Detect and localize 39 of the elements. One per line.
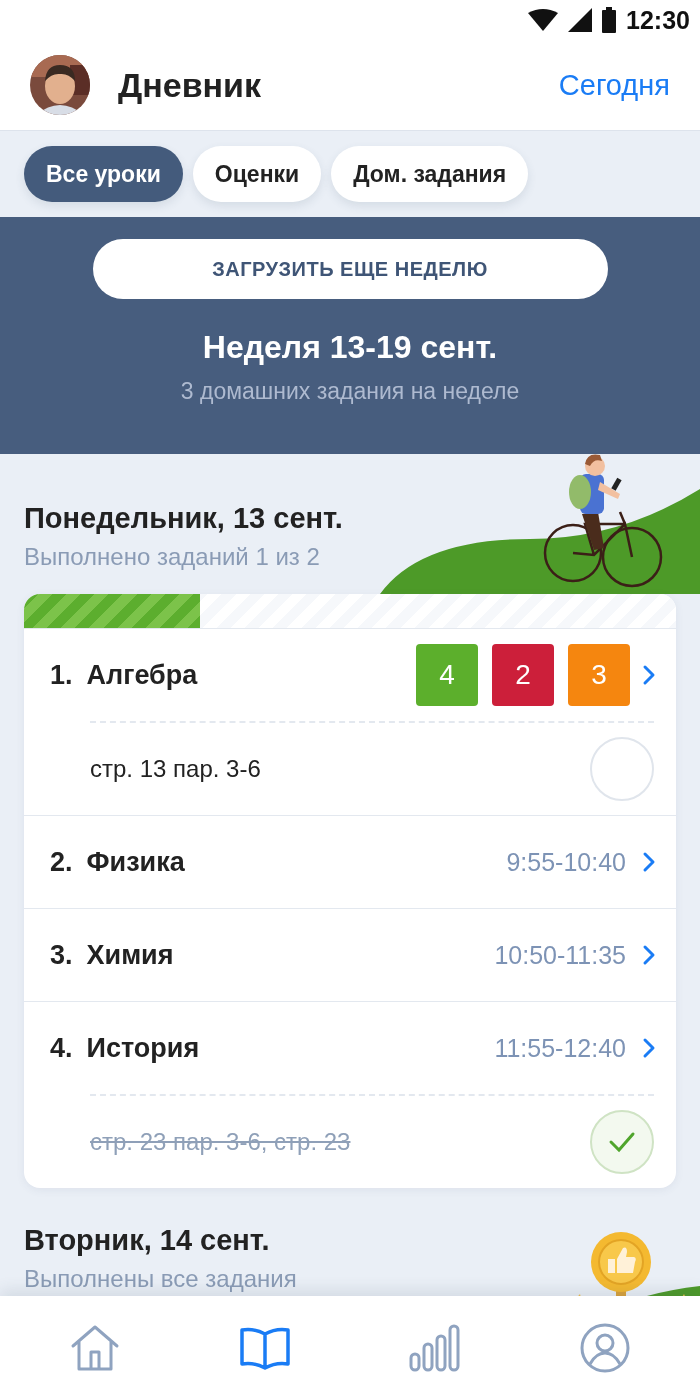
lesson-number: 3. (50, 939, 73, 971)
day-title: Вторник, 14 сент. (24, 1224, 271, 1257)
chevron-icon[interactable] (642, 664, 656, 686)
week-subtitle: 3 домашних задания на неделе (180, 378, 520, 405)
homework-text: стр. 23 пар. 3-6, стр. 23 (90, 1128, 352, 1156)
lesson-number: 4. (50, 1032, 73, 1064)
wifi-icon (528, 9, 559, 31)
load-week-button[interactable]: ЗАГРУЗИТЬ ЕЩЕ НЕДЕЛЮ (92, 239, 608, 299)
grade-badge[interactable]: 2 (492, 644, 554, 706)
lesson-number: 1. (50, 659, 73, 691)
battery-icon (602, 7, 617, 33)
lesson-name: Физика (86, 846, 186, 878)
lesson-time: 9:55-10:40 (506, 847, 626, 877)
week-title: Неделя 13-19 сент. (202, 329, 498, 366)
chevron-icon[interactable] (642, 944, 656, 966)
filter-tab[interactable]: Оценки (192, 146, 322, 202)
filter-tab[interactable]: Дом. задания (331, 146, 529, 202)
check-icon (608, 1131, 636, 1153)
lesson-time: 10:50-11:35 (494, 940, 626, 970)
lesson-name: История (86, 1032, 201, 1064)
status-time: 12:30 (626, 5, 690, 35)
profile-icon[interactable] (580, 1323, 630, 1373)
today-link[interactable]: Сегодня (558, 68, 670, 102)
filter-tab[interactable]: Все уроки (24, 146, 183, 202)
signal-icon (568, 8, 593, 32)
home-icon[interactable] (69, 1324, 121, 1372)
bar-chart-icon[interactable] (409, 1324, 461, 1372)
lesson-name: Химия (86, 939, 175, 971)
page-title: Дневник (118, 65, 263, 105)
lesson-time: 11:55-12:40 (494, 1033, 626, 1063)
book-icon[interactable] (239, 1326, 291, 1370)
day-subtitle: Выполнено заданий 1 из 2 (24, 543, 321, 571)
lesson-number: 2. (50, 846, 73, 878)
chevron-icon[interactable] (642, 1037, 656, 1059)
homework-text: стр. 13 пар. 3-6 (90, 755, 262, 783)
day-title: Понедельник, 13 сент. (24, 502, 344, 535)
lesson-name: Алгебра (86, 659, 199, 691)
chevron-icon[interactable] (642, 851, 656, 873)
day-subtitle: Выполнены все задания (24, 1265, 298, 1293)
